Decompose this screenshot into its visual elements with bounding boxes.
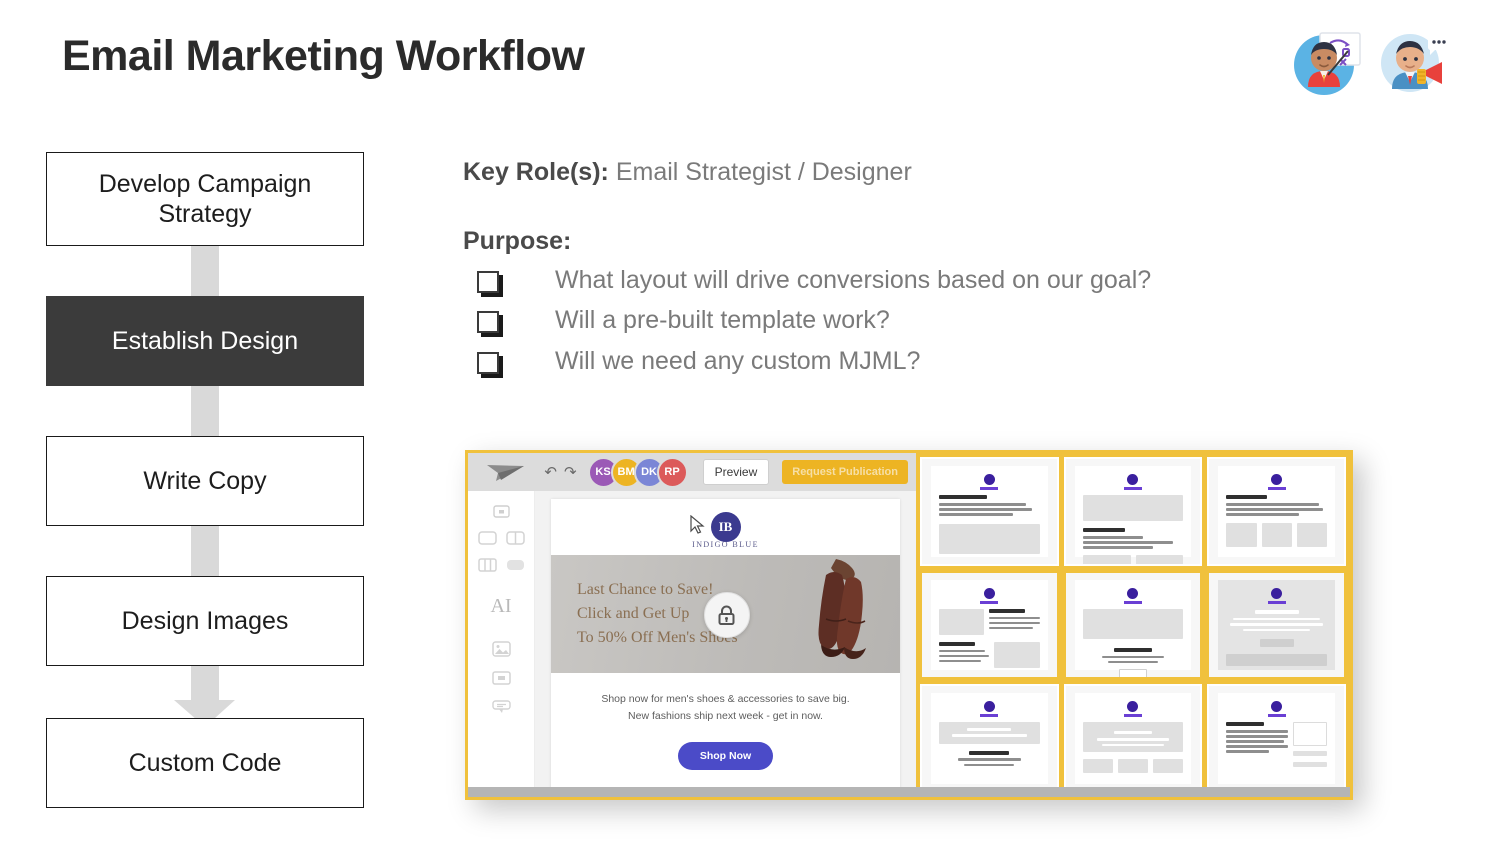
checkbox-bullet-icon: [477, 311, 499, 334]
preview-button[interactable]: Preview: [702, 459, 770, 485]
brand-name: INDIGO BLUE: [692, 540, 759, 549]
template-logo-bar: [1123, 714, 1142, 718]
bullet-text: Will a pre-built template work?: [555, 306, 890, 335]
two-column-icon[interactable]: [505, 531, 525, 545]
template-logo-icon: [1271, 701, 1283, 713]
redo-icon[interactable]: ↷: [564, 463, 577, 481]
template-card[interactable]: [920, 457, 1059, 566]
template-logo-icon: [983, 474, 995, 485]
email-preview: IB INDIGO BLUE Last Chance to Save! Clic…: [551, 499, 900, 797]
email-body: Shop now for men's shoes & accessories t…: [551, 673, 900, 797]
collaborator-avatars: KS BM DK RP: [587, 456, 688, 488]
template-card[interactable]: [920, 570, 1059, 680]
template-logo-icon: [983, 701, 995, 713]
template-card[interactable]: [920, 684, 1059, 793]
key-roles-value: Email Strategist / Designer: [615, 158, 912, 186]
template-card[interactable]: [1063, 457, 1203, 566]
list-item: What layout will drive conversions based…: [463, 265, 1463, 296]
flow-step-design-images[interactable]: Design Images: [46, 576, 364, 666]
workflow-flowchart: Develop Campaign Strategy Establish Desi…: [46, 152, 364, 808]
list-item: Will a pre-built template work?: [463, 305, 1463, 336]
flow-step-establish-design[interactable]: Establish Design: [46, 296, 364, 386]
purpose-bullet-list: What layout will drive conversions based…: [463, 265, 1463, 377]
email-hero: Last Chance to Save! Click and Get Up To…: [551, 555, 900, 673]
template-logo-bar: [980, 714, 999, 718]
ai-text-icon[interactable]: AI: [490, 595, 511, 618]
full-width-icon[interactable]: [506, 558, 525, 572]
bullet-text: Will we need any custom MJML?: [555, 346, 921, 375]
brand-logo: IB: [710, 512, 741, 542]
editor-body: AI IB INDIGO BLUE Last Chance to Save! C…: [468, 491, 916, 797]
template-logo-bar: [1123, 600, 1142, 604]
template-logo-bar: [980, 600, 999, 604]
template-card[interactable]: [1207, 570, 1346, 680]
editor-pane: ↶ ↷ KS BM DK RP Preview Request Publicat…: [468, 453, 916, 797]
avatar[interactable]: RP: [656, 456, 688, 488]
template-logo-bar: [980, 487, 999, 490]
flow-step-write-copy[interactable]: Write Copy: [46, 436, 364, 526]
cursor-icon: [689, 514, 705, 539]
settings-icon[interactable]: [492, 505, 510, 518]
shoes-photo: [774, 559, 882, 671]
template-logo-icon: [1127, 701, 1139, 713]
strategist-whiteboard-avatar: [1290, 25, 1362, 97]
editor-toolbar: ↶ ↷ KS BM DK RP Preview Request Publicat…: [468, 453, 916, 491]
checkbox-bullet-icon: [477, 351, 499, 374]
template-logo-icon: [983, 587, 995, 599]
email-canvas: IB INDIGO BLUE Last Chance to Save! Clic…: [535, 491, 916, 797]
body-line: Shop now for men's shoes & accessories t…: [601, 693, 850, 705]
shop-now-button[interactable]: Shop Now: [677, 741, 774, 770]
header-illustrations: [1290, 25, 1449, 97]
template-logo-bar: [1123, 487, 1142, 490]
flow-step-custom-code[interactable]: Custom Code: [46, 718, 364, 808]
template-logo-icon: [1127, 474, 1139, 485]
template-logo-icon: [1271, 587, 1283, 599]
three-column-icon[interactable]: [477, 558, 497, 572]
image-icon[interactable]: [491, 641, 511, 657]
template-logo-icon: [1127, 587, 1139, 599]
bullet-text: What layout will drive conversions based…: [555, 266, 1152, 294]
template-logo-bar: [1267, 600, 1286, 604]
paper-plane-logo[interactable]: [484, 461, 530, 483]
key-roles-label: Key Role(s):: [463, 158, 609, 186]
template-logo-bar: [1267, 714, 1286, 718]
key-roles-line: Key Role(s): Email Strategist / Designer: [463, 158, 1463, 187]
template-logo-bar: [1267, 487, 1286, 490]
tool-rail: AI: [468, 491, 535, 797]
template-gallery: [916, 453, 1350, 797]
undo-redo-group: ↶ ↷: [544, 463, 576, 481]
button-icon[interactable]: [491, 670, 511, 686]
detail-panel: Key Role(s): Email Strategist / Designer…: [463, 158, 1463, 386]
page-title: Email Marketing Workflow: [62, 32, 585, 80]
flow-step-develop-campaign-strategy[interactable]: Develop Campaign Strategy: [46, 152, 364, 246]
request-publication-button[interactable]: Request Publication: [782, 460, 908, 484]
template-card[interactable]: [1207, 684, 1346, 793]
social-icon[interactable]: [491, 699, 511, 714]
undo-icon[interactable]: ↶: [544, 463, 557, 481]
list-item: Will we need any custom MJML?: [463, 346, 1463, 377]
one-column-icon[interactable]: [477, 531, 497, 545]
window-bottom-strip: [468, 787, 1350, 797]
template-logo-icon: [1271, 474, 1283, 485]
checkbox-bullet-icon: [477, 271, 499, 293]
template-card[interactable]: [1063, 684, 1203, 793]
template-card[interactable]: [1063, 570, 1203, 680]
purpose-label: Purpose:: [463, 227, 572, 255]
template-card[interactable]: [1207, 457, 1346, 566]
marketer-megaphone-avatar: [1376, 25, 1449, 97]
lock-icon: [703, 592, 750, 638]
email-header: IB INDIGO BLUE: [551, 499, 900, 555]
email-builder-screenshot: ↶ ↷ KS BM DK RP Preview Request Publicat…: [465, 450, 1353, 800]
body-line: New fashions ship next week - get in now…: [628, 710, 823, 723]
